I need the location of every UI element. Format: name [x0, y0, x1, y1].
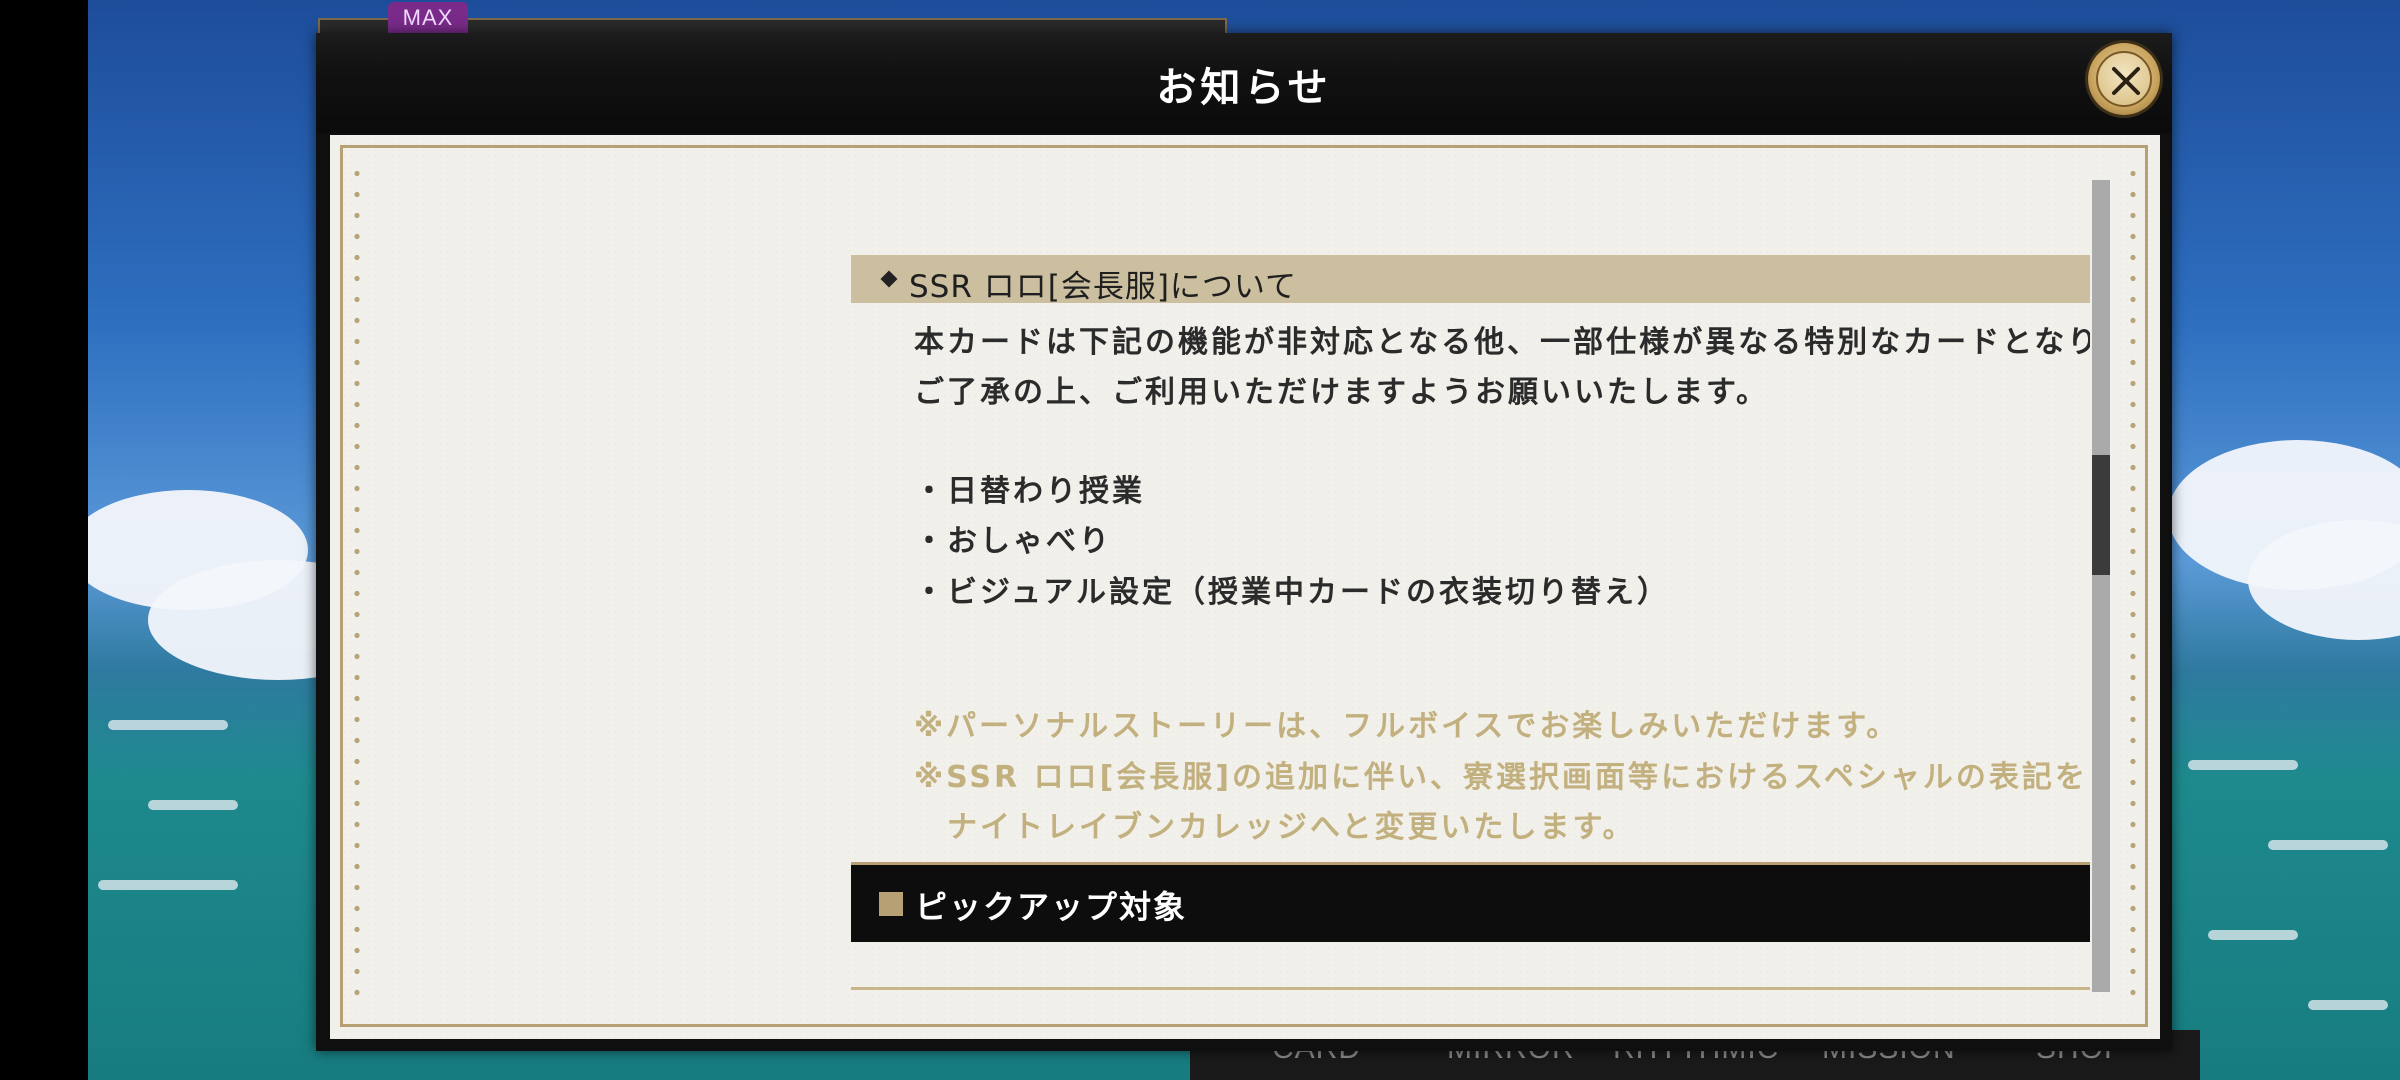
square-bullet-icon	[879, 892, 903, 916]
feature-item: ・ビジュアル設定（授業中カードの衣装切り替え）	[914, 575, 1670, 610]
wave	[108, 720, 228, 730]
wave	[2268, 840, 2388, 850]
dotted-border-right	[2130, 163, 2136, 1011]
wave	[2188, 760, 2298, 770]
modal-title: お知らせ	[1156, 65, 1332, 111]
diamond-bullet-icon	[880, 270, 898, 288]
wave	[148, 800, 238, 810]
modal-header: お知らせ	[316, 33, 2172, 133]
note-line-1: ※パーソナルストーリーは、フルボイスでお楽しみいただけます。	[914, 709, 1900, 744]
close-button[interactable]	[2088, 43, 2160, 115]
notice-modal: お知らせ SSR ロロ[会長服]について 本カードは下記の機能が非対応となる他、…	[316, 33, 2172, 1051]
pickup-heading-text: ピックアップ対象	[915, 888, 1188, 926]
close-icon	[2096, 51, 2152, 107]
scrollbar-thumb[interactable]	[2092, 455, 2110, 575]
divider	[851, 987, 2090, 990]
note-line-3: ナイトレイブンカレッジへと変更いたします。	[914, 810, 1636, 845]
note-line-2: ※SSR ロロ[会長服]の追加に伴い、寮選択画面等におけるスペシャルの表記を	[914, 760, 2088, 795]
notice-paper[interactable]: SSR ロロ[会長服]について 本カードは下記の機能が非対応となる他、一部仕様が…	[330, 135, 2160, 1039]
max-badge: MAX	[388, 2, 468, 34]
feature-item: ・日替わり授業	[914, 474, 1145, 509]
wave	[98, 880, 238, 890]
section-heading: SSR ロロ[会長服]について	[851, 255, 2090, 305]
intro-line-1: 本カードは下記の機能が非対応となる他、一部仕様が異なる特別なカードとなります。	[914, 325, 2090, 360]
section-heading-text: SSR ロロ[会長服]について	[909, 269, 1298, 305]
notice-content: SSR ロロ[会長服]について 本カードは下記の機能が非対応となる他、一部仕様が…	[330, 135, 2090, 1039]
scrollbar-track[interactable]	[2092, 180, 2110, 992]
wave	[2308, 1000, 2388, 1010]
intro-line-2: ご了承の上、ご利用いただけますようお願いいたします。	[914, 375, 1769, 410]
letterbox-left	[0, 0, 88, 1080]
game-screen: MAX CARD MIRROR RHYTHMIC MISSION SHOP お知…	[0, 0, 2400, 1080]
wave	[2208, 930, 2298, 940]
pickup-heading-bar: ピックアップ対象	[851, 862, 2090, 942]
feature-item: ・おしゃべり	[914, 524, 1112, 559]
